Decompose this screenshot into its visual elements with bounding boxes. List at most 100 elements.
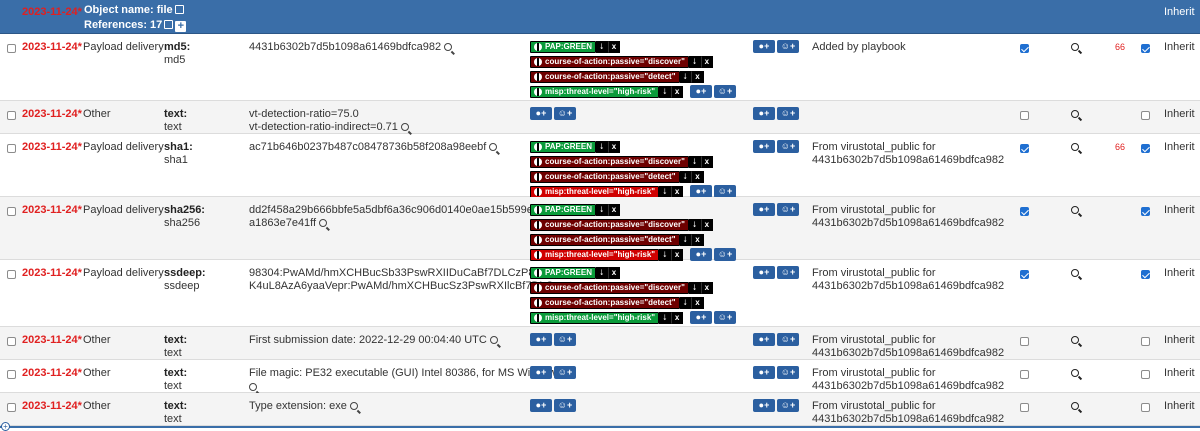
tag-label[interactable]: misp:threat-level="high-risk" [530,85,660,98]
add-tag-button[interactable]: ●+ [753,399,775,412]
tag-label[interactable]: PAP:GREEN [530,266,596,279]
remove-tag-button[interactable]: x [691,233,704,246]
remove-tag-button[interactable]: x [691,296,704,309]
tag-label[interactable]: course-of-action:passive="discover" [530,155,689,168]
remove-tag-button[interactable]: x [700,155,714,168]
add-tag-button[interactable]: ●+ [753,40,775,53]
zoom-icon[interactable] [349,402,358,410]
remove-tag-button[interactable]: x [670,311,684,324]
search-icon[interactable] [1071,402,1079,410]
row-select-checkbox[interactable] [7,207,16,216]
tag-label[interactable]: misp:threat-level="high-risk" [530,185,660,198]
hierarchy-icon[interactable]: ⭣ [659,311,671,324]
row-select-checkbox[interactable] [7,44,16,53]
tag-label[interactable]: course-of-action:passive="discover" [530,218,689,231]
ids-checkbox[interactable] [1020,44,1029,53]
search-icon[interactable] [1071,269,1079,277]
add-tag-button[interactable]: ●+ [753,203,775,216]
add-tag-button[interactable]: ●+ [690,85,712,98]
hierarchy-icon[interactable]: ⭣ [679,170,692,183]
add-tag-button[interactable]: ●+ [753,366,775,379]
search-icon[interactable] [1071,110,1079,118]
zoom-icon[interactable] [319,219,328,227]
tag-label[interactable]: course-of-action:passive="discover" [530,55,689,68]
add-galaxy-button[interactable]: ☺+ [777,140,799,153]
correlation-checkbox[interactable] [1141,403,1150,412]
add-galaxy-button[interactable]: ☺+ [777,107,799,120]
ids-checkbox[interactable] [1020,337,1029,346]
ids-checkbox[interactable] [1020,144,1029,153]
tag-label[interactable]: PAP:GREEN [530,203,596,216]
correlation-checkbox[interactable] [1141,144,1150,153]
tag-label[interactable]: misp:threat-level="high-risk" [530,311,660,324]
zoom-icon[interactable] [249,383,257,391]
tag-label[interactable]: course-of-action:passive="detect" [530,296,680,309]
correlation-count[interactable]: 66 [1115,142,1125,152]
remove-tag-button[interactable]: x [607,266,621,279]
add-galaxy-button[interactable]: ☺+ [777,366,799,379]
row-select-checkbox[interactable] [7,403,16,412]
correlation-checkbox[interactable] [1141,337,1150,346]
add-galaxy-button[interactable]: ☺+ [777,333,799,346]
add-galaxy-button[interactable]: ☺+ [554,333,576,346]
correlation-checkbox[interactable] [1141,270,1150,279]
hierarchy-icon[interactable]: ⭣ [595,40,608,53]
add-reference-icon[interactable]: + [175,21,187,32]
search-icon[interactable] [1071,43,1079,51]
search-icon[interactable] [1071,369,1079,377]
hierarchy-icon[interactable]: ⭣ [595,140,608,153]
ids-checkbox[interactable] [1020,111,1029,120]
add-galaxy-button[interactable]: ☺+ [777,399,799,412]
row-select-checkbox[interactable] [7,111,16,120]
search-icon[interactable] [1071,336,1079,344]
expand-icon[interactable] [164,20,174,29]
expand-icon[interactable] [174,5,184,14]
remove-tag-button[interactable]: x [670,85,684,98]
zoom-icon[interactable] [444,43,453,51]
correlation-checkbox[interactable] [1141,370,1150,379]
search-icon[interactable] [1071,143,1079,151]
remove-tag-button[interactable]: x [607,40,621,53]
tag-label[interactable]: course-of-action:passive="detect" [530,233,680,246]
hierarchy-icon[interactable]: ⭣ [688,218,701,231]
hierarchy-icon[interactable]: ⭣ [679,233,692,246]
hierarchy-icon[interactable]: ⭣ [659,185,671,198]
hierarchy-icon[interactable]: ⭣ [688,55,701,68]
add-galaxy-button[interactable]: ☺+ [554,366,576,379]
remove-tag-button[interactable]: x [700,218,714,231]
tag-label[interactable]: misp:threat-level="high-risk" [530,248,660,261]
add-galaxy-button[interactable]: ☺+ [777,203,799,216]
ids-checkbox[interactable] [1020,270,1029,279]
hierarchy-icon[interactable]: ⭣ [679,70,692,83]
remove-tag-button[interactable]: x [670,248,684,261]
hierarchy-icon[interactable]: ⭣ [688,155,701,168]
hierarchy-icon[interactable]: ⭣ [659,248,671,261]
ids-checkbox[interactable] [1020,370,1029,379]
remove-tag-button[interactable]: x [700,55,714,68]
zoom-icon[interactable] [489,143,498,151]
add-tag-button[interactable]: ●+ [753,107,775,120]
add-tag-button[interactable]: ●+ [530,107,552,120]
correlation-checkbox[interactable] [1141,44,1150,53]
correlation-count[interactable]: 66 [1115,42,1125,52]
hierarchy-icon[interactable]: ⭣ [595,203,608,216]
add-tag-button[interactable]: ●+ [530,399,552,412]
hierarchy-icon[interactable]: ⭣ [659,85,671,98]
add-galaxy-button[interactable]: ☺+ [777,40,799,53]
add-galaxy-button[interactable]: ☺+ [714,311,736,324]
tag-label[interactable]: PAP:GREEN [530,140,596,153]
add-tag-button[interactable]: ●+ [530,366,552,379]
add-galaxy-button[interactable]: ☺+ [554,399,576,412]
hierarchy-icon[interactable]: ⭣ [688,281,701,294]
add-attribute-icon[interactable]: + [1,422,10,431]
add-tag-button[interactable]: ●+ [530,333,552,346]
remove-tag-button[interactable]: x [670,185,684,198]
add-galaxy-button[interactable]: ☺+ [777,266,799,279]
add-galaxy-button[interactable]: ☺+ [554,107,576,120]
ids-checkbox[interactable] [1020,403,1029,412]
remove-tag-button[interactable]: x [691,170,704,183]
ids-checkbox[interactable] [1020,207,1029,216]
hierarchy-icon[interactable]: ⭣ [595,266,608,279]
row-select-checkbox[interactable] [7,270,16,279]
tag-label[interactable]: course-of-action:passive="detect" [530,170,680,183]
